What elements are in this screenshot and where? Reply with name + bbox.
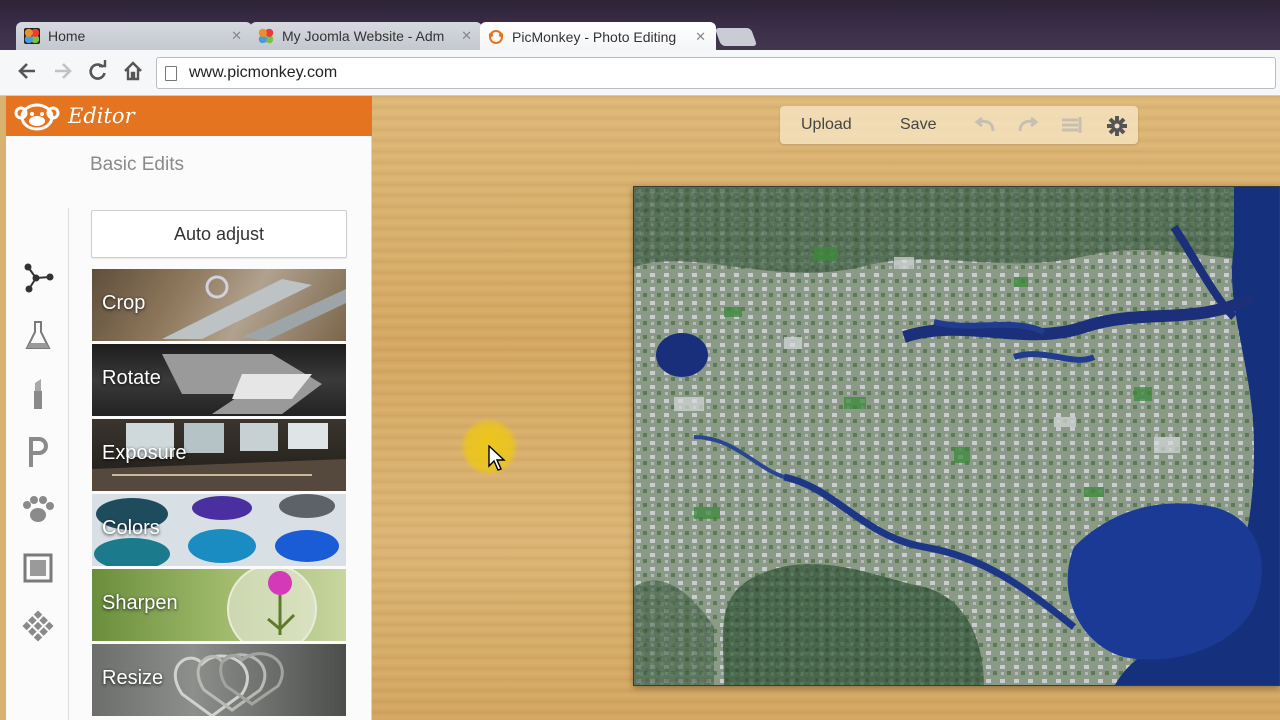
browser-toolbar: www.picmonkey.com — [0, 50, 1280, 96]
tab-joomla-admin[interactable]: My Joomla Website - Adm ✕ — [250, 22, 482, 50]
tab-label: Home — [48, 28, 86, 44]
browser-tabstrip: Home ✕ My Joomla Website - Adm ✕ PicMonk… — [0, 0, 1280, 51]
exposure-tool-button[interactable]: Exposure — [92, 419, 346, 491]
basic-edits-icon[interactable] — [20, 259, 56, 295]
canvas-toolbar: Upload Save — [780, 106, 1138, 144]
resize-tool-button[interactable]: Resize — [92, 644, 346, 716]
text-icon[interactable] — [20, 434, 56, 470]
touch-up-icon[interactable] — [20, 376, 56, 412]
close-tab-icon[interactable]: ✕ — [461, 28, 472, 44]
joomla-icon — [258, 28, 274, 44]
textures-icon[interactable] — [20, 608, 56, 644]
history-icon[interactable] — [1060, 115, 1082, 135]
overlays-icon[interactable] — [20, 492, 56, 528]
new-tab-button[interactable] — [714, 28, 758, 46]
joomla-icon — [24, 28, 40, 44]
editor-panel: Editor Basic Edits Auto adjust Crop Rota… — [6, 96, 372, 720]
tool-label: Sharpen — [102, 592, 178, 614]
tab-home[interactable]: Home ✕ — [16, 22, 252, 50]
frames-icon[interactable] — [20, 550, 56, 586]
satellite-map-image — [634, 187, 1279, 685]
upload-button[interactable]: Upload — [801, 116, 852, 134]
settings-gear-icon[interactable] — [1106, 115, 1128, 136]
tool-label: Colors — [102, 517, 160, 539]
crop-tool-button[interactable]: Crop — [92, 269, 346, 341]
tool-label: Rotate — [102, 367, 161, 389]
editor-header: Editor — [6, 96, 372, 136]
forward-arrow-icon[interactable] — [50, 60, 76, 86]
colors-tool-button[interactable]: Colors — [92, 494, 346, 566]
effects-icon[interactable] — [20, 318, 56, 354]
page-icon — [165, 65, 177, 81]
save-button[interactable]: Save — [900, 116, 936, 134]
satellite-map-photo[interactable] — [633, 186, 1280, 686]
close-tab-icon[interactable]: ✕ — [695, 29, 706, 45]
redo-icon[interactable] — [1016, 115, 1039, 135]
tool-label: Exposure — [102, 442, 187, 464]
rail-divider — [68, 208, 69, 720]
tool-label: Resize — [102, 667, 164, 689]
close-tab-icon[interactable]: ✕ — [231, 28, 242, 44]
rotate-tool-button[interactable]: Rotate — [92, 344, 346, 416]
reload-icon[interactable] — [84, 60, 110, 86]
tab-label: PicMonkey - Photo Editing — [512, 28, 677, 45]
tab-picmonkey[interactable]: PicMonkey - Photo Editing ✕ — [480, 22, 716, 51]
picmonkey-icon — [488, 29, 504, 45]
tool-label: Crop — [102, 292, 146, 314]
url-text: www.picmonkey.com — [189, 64, 338, 81]
undo-icon[interactable] — [973, 115, 995, 135]
mouse-pointer-icon — [488, 444, 506, 471]
address-bar[interactable]: www.picmonkey.com — [156, 57, 1276, 89]
home-icon[interactable] — [120, 60, 146, 86]
auto-adjust-button[interactable]: Auto adjust — [91, 210, 347, 258]
sharpen-tool-button[interactable]: Sharpen — [92, 569, 346, 641]
section-title: Basic Edits — [90, 154, 184, 175]
tab-label: My Joomla Website - Adm — [282, 28, 445, 44]
editor-title: Editor — [68, 104, 135, 128]
editing-canvas: Upload Save — [372, 96, 1280, 720]
back-arrow-icon[interactable] — [14, 60, 40, 86]
picmonkey-logo-icon — [14, 100, 60, 132]
